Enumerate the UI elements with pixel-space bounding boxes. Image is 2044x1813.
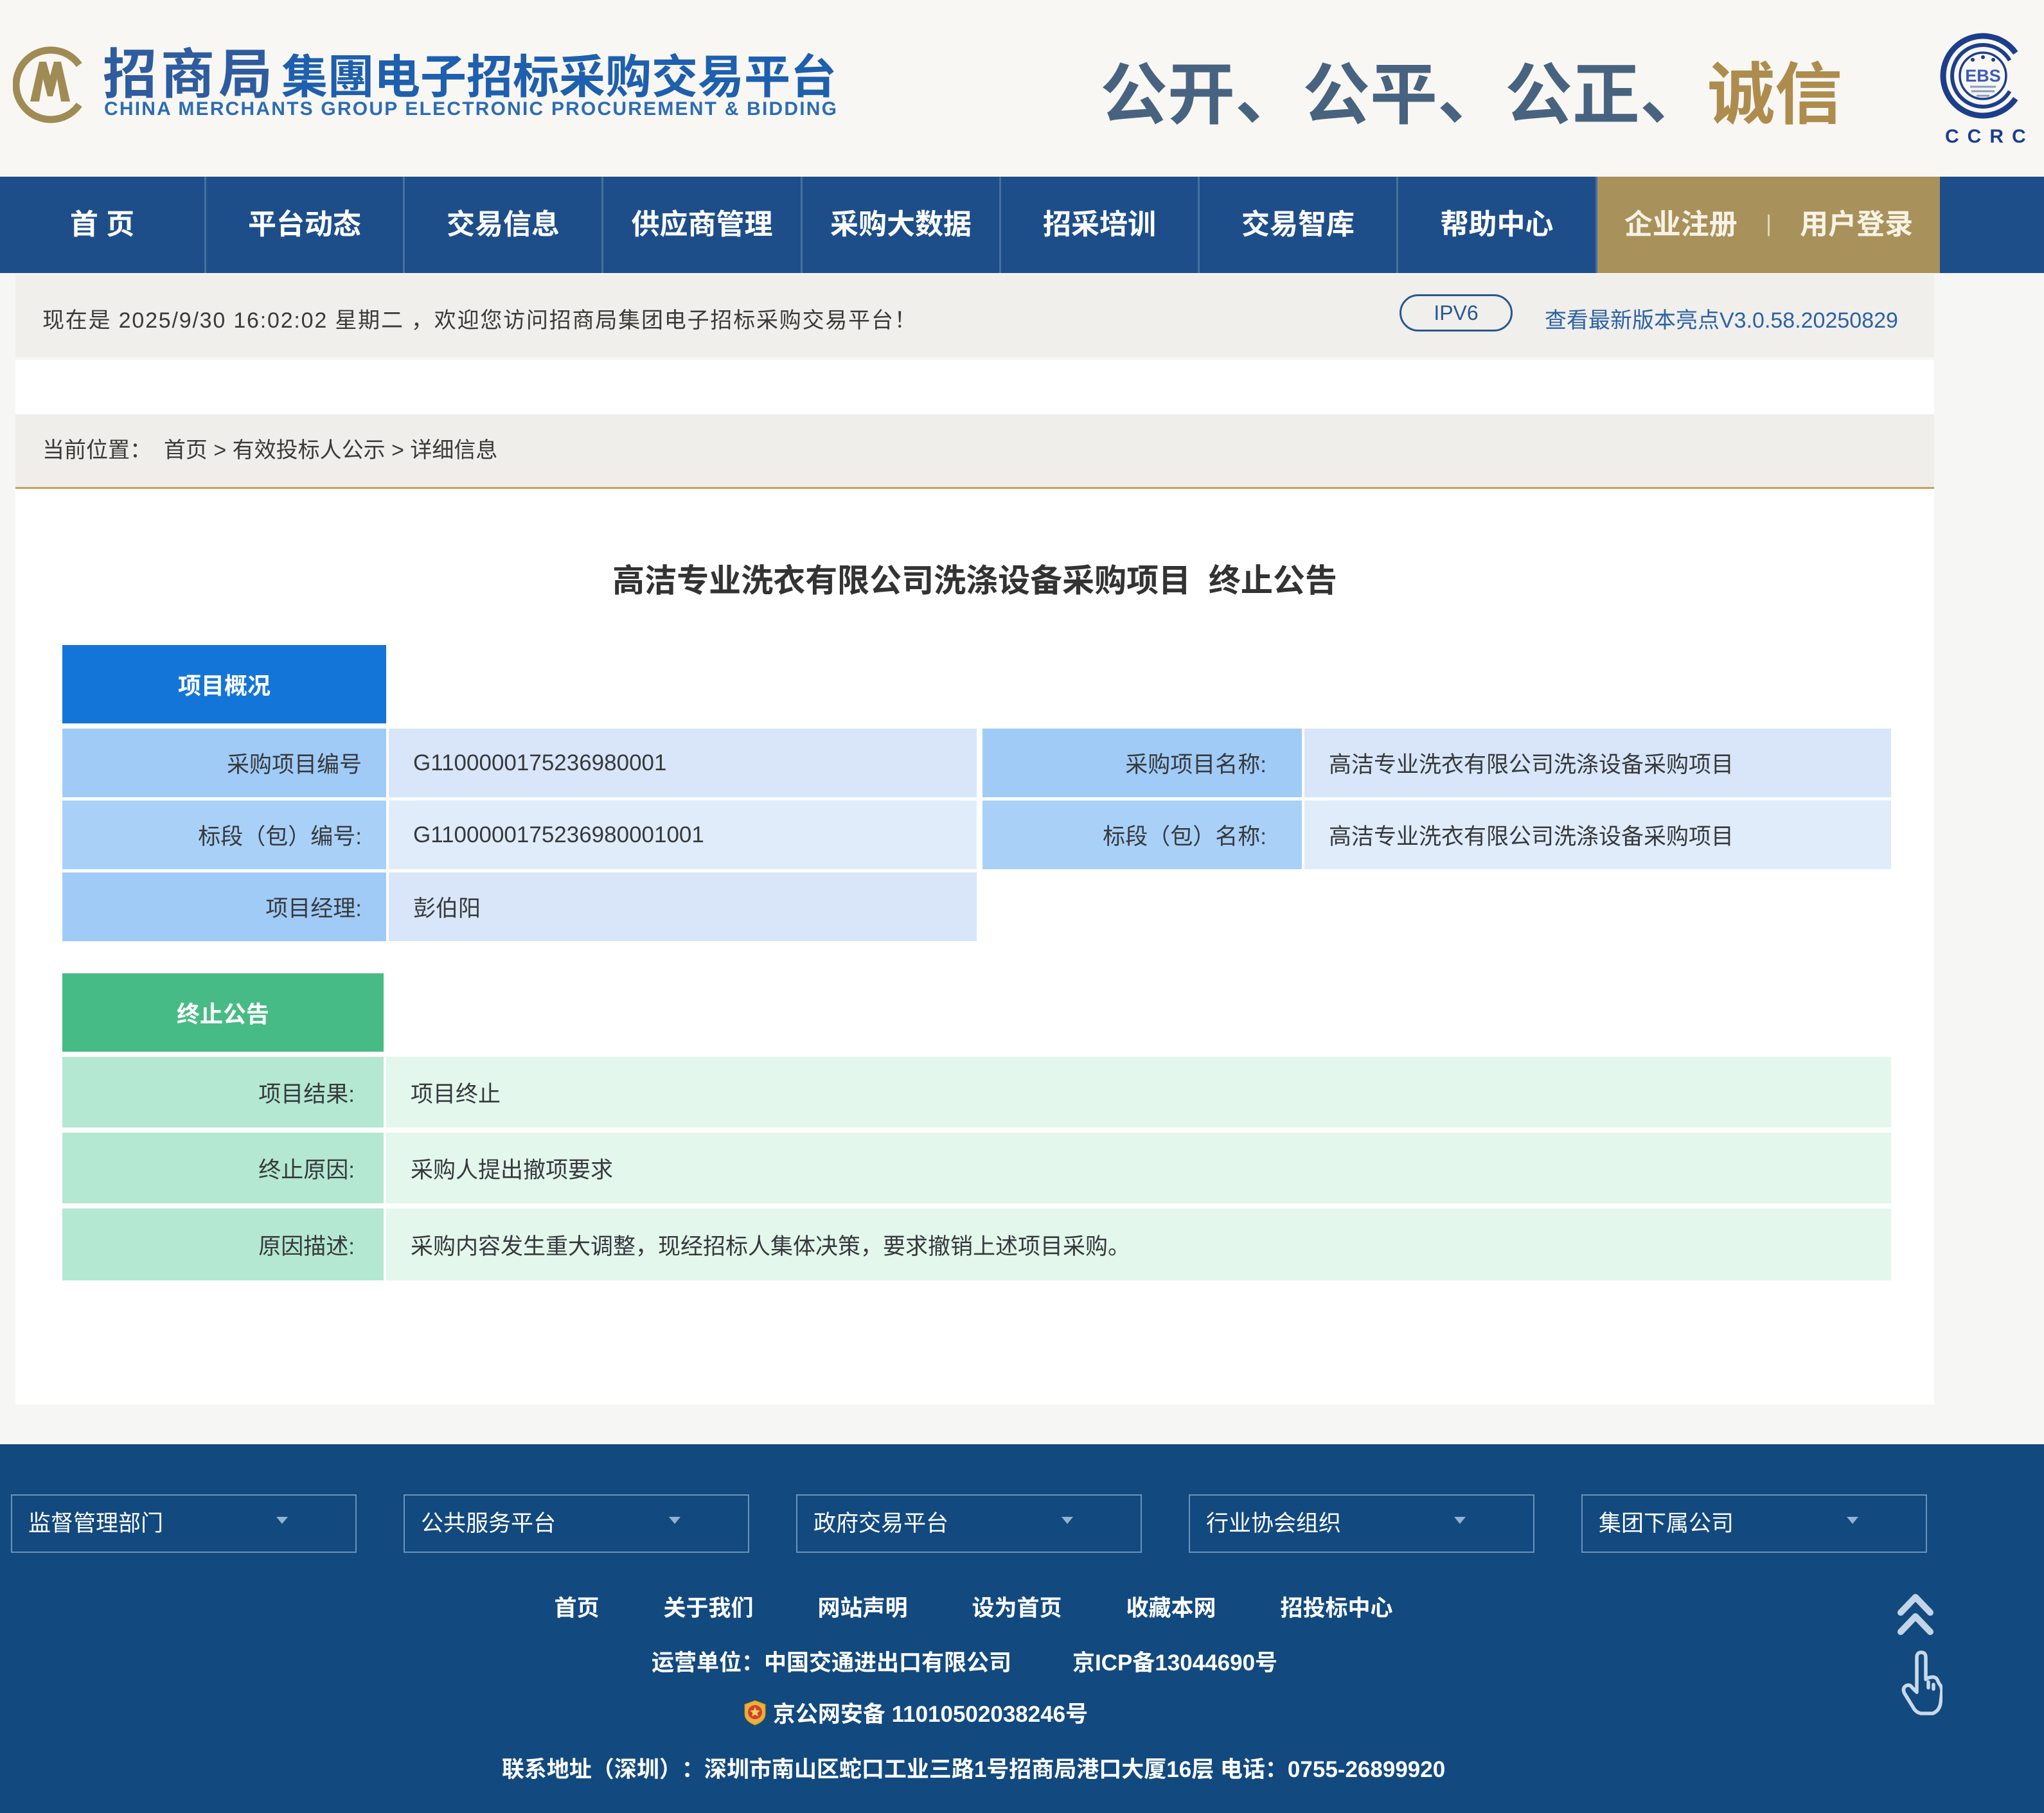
svg-text:EBS: EBS [1965,66,2001,85]
